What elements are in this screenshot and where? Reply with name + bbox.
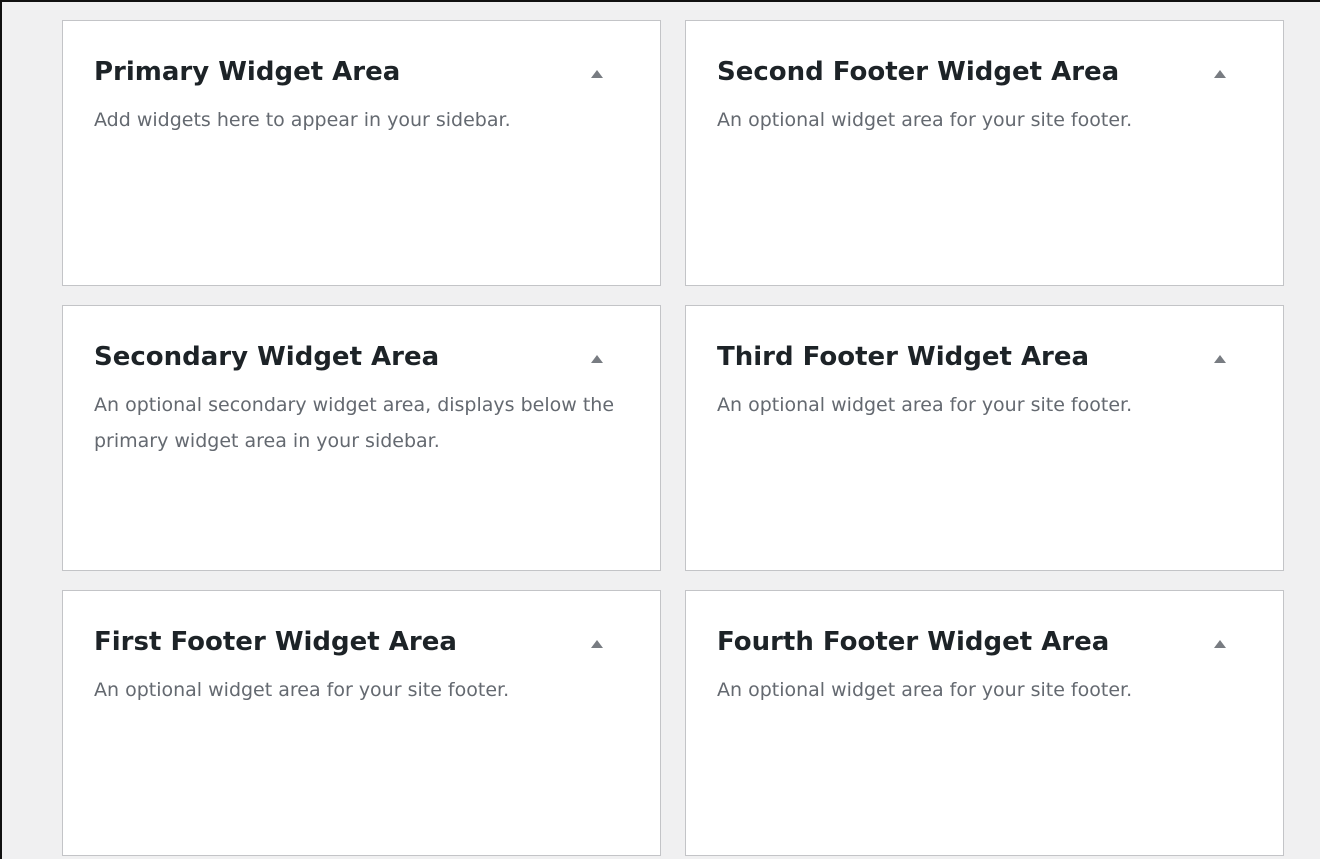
widget-area-description: An optional widget area for your site fo…	[717, 109, 1133, 132]
widget-area-description: Add widgets here to appear in your sideb…	[94, 109, 511, 132]
arrow-up-icon[interactable]	[1209, 348, 1231, 370]
widget-area-title[interactable]: Fourth Footer Widget Area	[717, 627, 1223, 658]
widget-area-secondary[interactable]: Secondary Widget Area An optional second…	[62, 305, 661, 571]
widget-area-description: An optional widget area for your site fo…	[717, 679, 1133, 702]
widget-areas-grid: Primary Widget Area Add widgets here to …	[62, 20, 1284, 856]
arrow-up-icon[interactable]	[586, 633, 608, 655]
widget-area-description: An optional secondary widget area, displ…	[94, 394, 615, 453]
widget-area-fourth-footer[interactable]: Fourth Footer Widget Area An optional wi…	[685, 590, 1284, 856]
widget-area-second-footer[interactable]: Second Footer Widget Area An optional wi…	[685, 20, 1284, 286]
widget-area-title[interactable]: First Footer Widget Area	[94, 627, 600, 658]
widget-area-primary[interactable]: Primary Widget Area Add widgets here to …	[62, 20, 661, 286]
widget-area-title[interactable]: Second Footer Widget Area	[717, 57, 1223, 88]
arrow-up-icon[interactable]	[1209, 63, 1231, 85]
arrow-up-icon[interactable]	[586, 348, 608, 370]
widget-area-third-footer[interactable]: Third Footer Widget Area An optional wid…	[685, 305, 1284, 571]
widget-area-title[interactable]: Secondary Widget Area	[94, 342, 600, 373]
widget-area-title[interactable]: Third Footer Widget Area	[717, 342, 1223, 373]
widget-area-description: An optional widget area for your site fo…	[717, 394, 1133, 417]
arrow-up-icon[interactable]	[586, 63, 608, 85]
widget-area-description: An optional widget area for your site fo…	[94, 679, 510, 702]
widget-area-first-footer[interactable]: First Footer Widget Area An optional wid…	[62, 590, 661, 856]
widget-area-title[interactable]: Primary Widget Area	[94, 57, 600, 88]
arrow-up-icon[interactable]	[1209, 633, 1231, 655]
